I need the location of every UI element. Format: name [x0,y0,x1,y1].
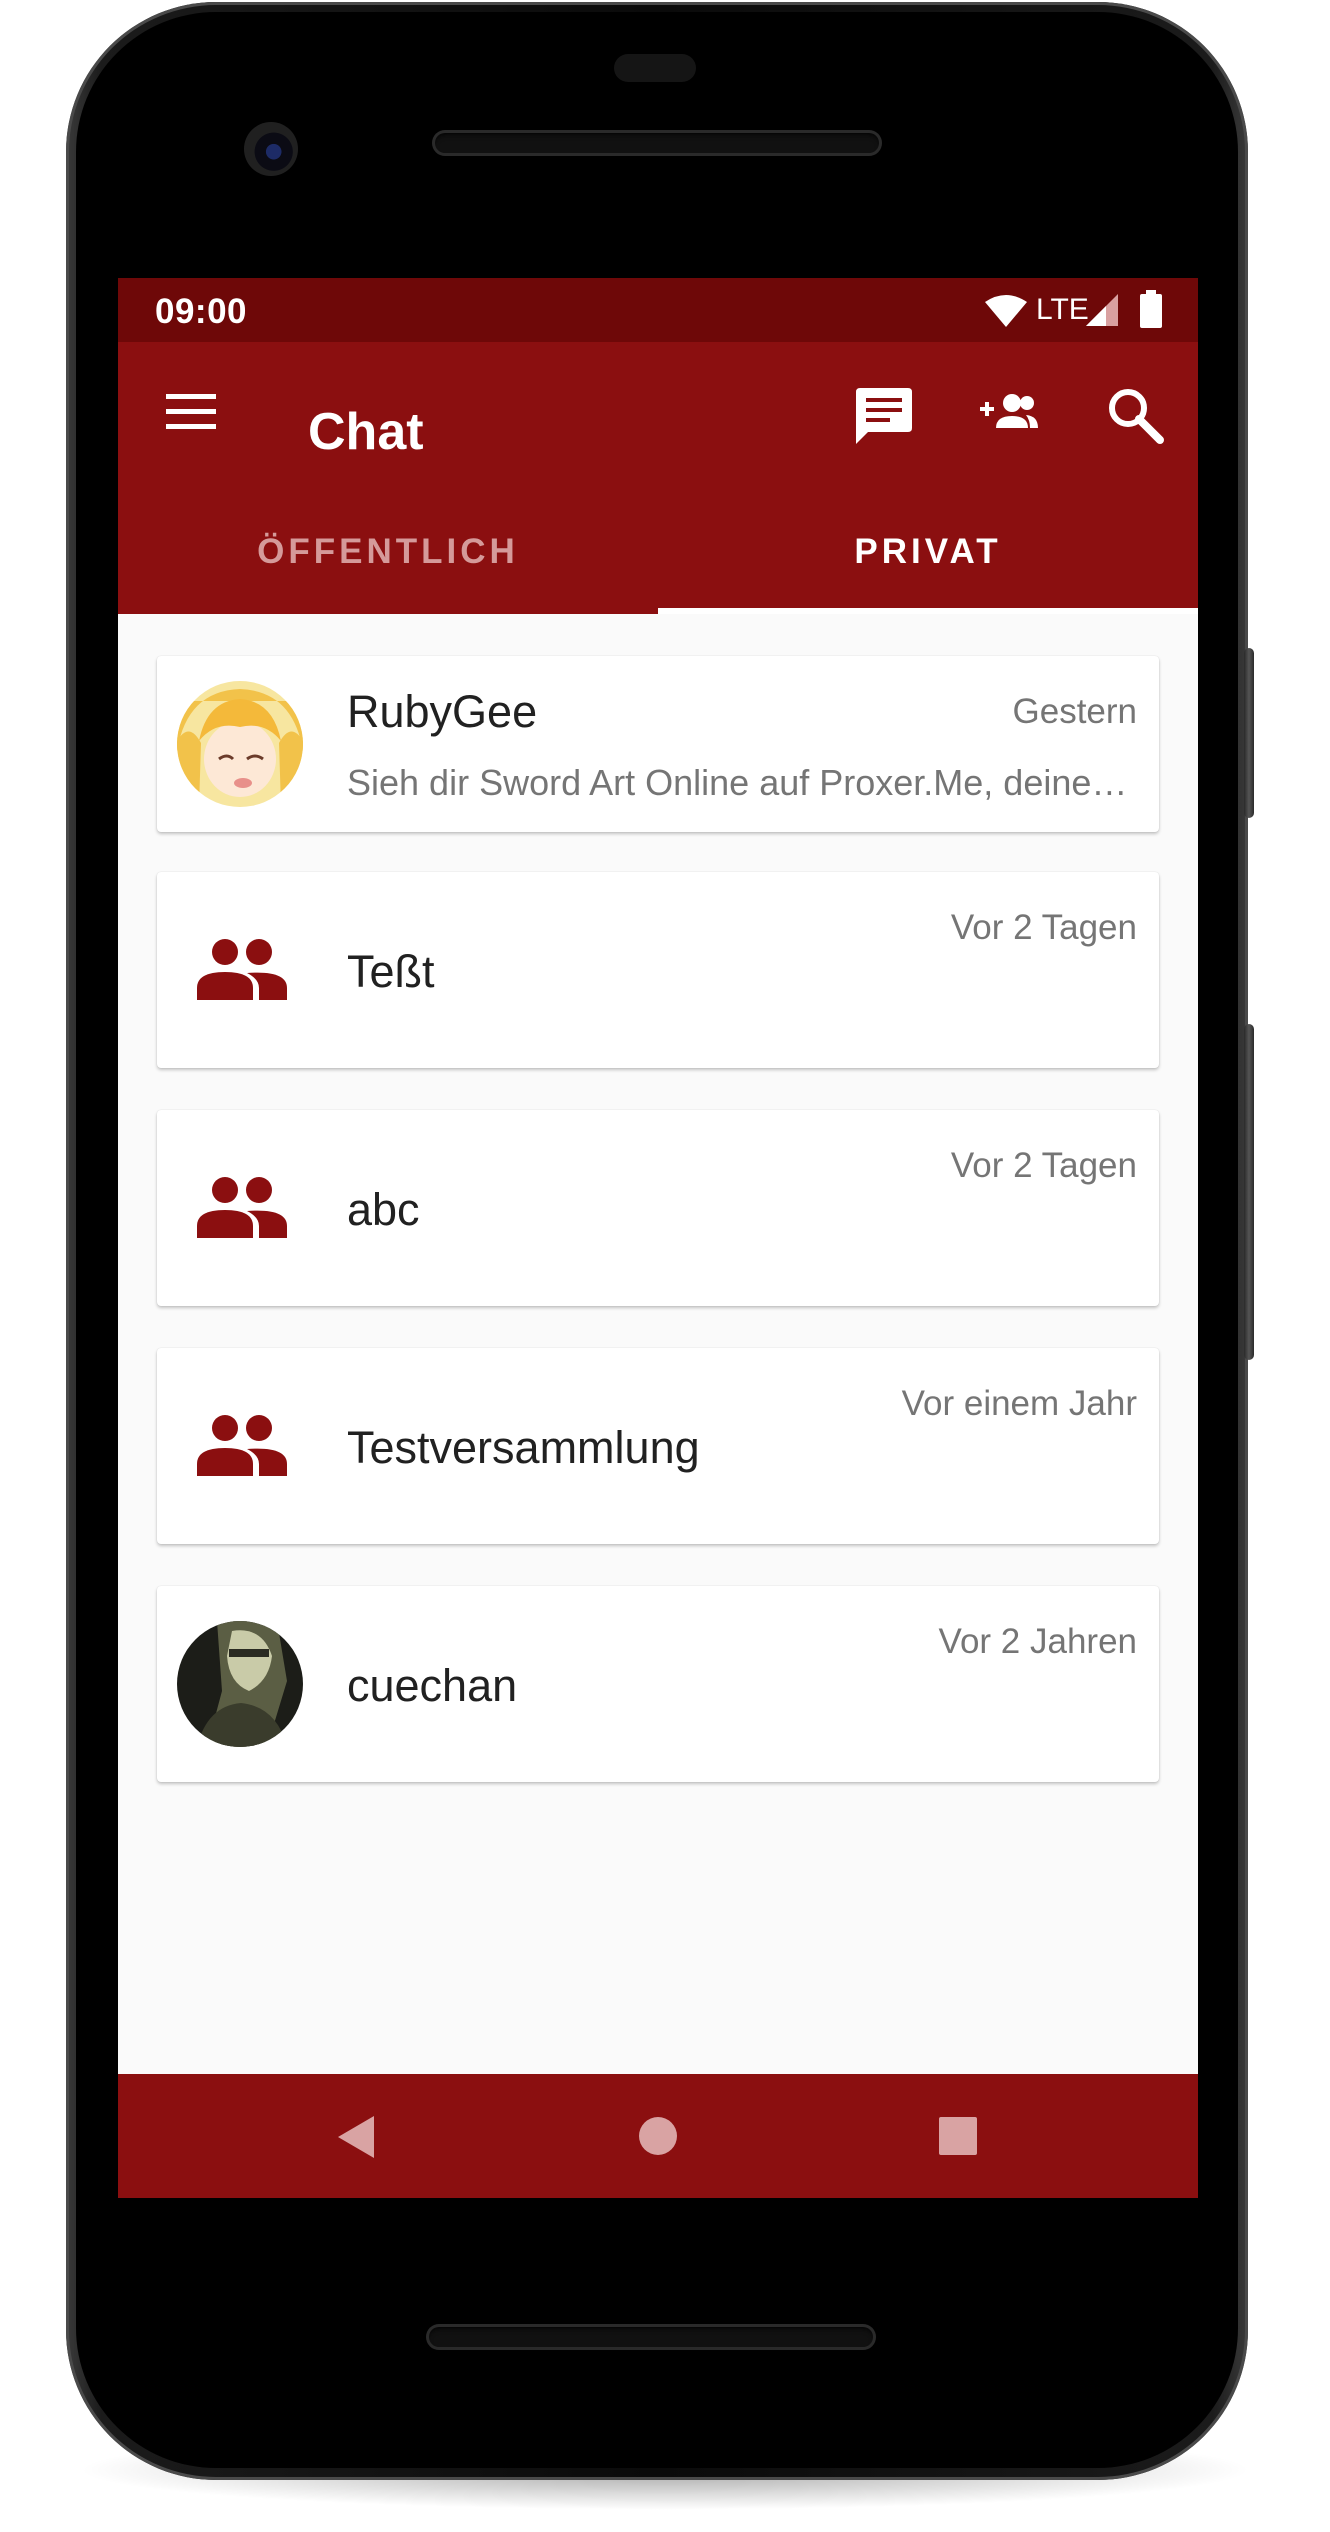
screen: 09:00 LTE Chat ÖFFENTLICH PRIVAT RubyGee… [118,278,1198,2198]
navigation-bar [118,2074,1198,2198]
conversation-item[interactable]: Testversammlung Vor einem Jahr [157,1348,1159,1544]
page-title: Chat [308,403,424,461]
recents-icon[interactable] [938,2116,978,2156]
avatar [177,681,303,807]
status-bar: 09:00 LTE [118,278,1198,342]
home-icon[interactable] [638,2116,678,2156]
bottom-speaker [426,2324,876,2350]
search-icon[interactable] [1106,386,1164,444]
status-time: 09:00 [155,292,248,331]
menu-icon[interactable] [164,390,218,434]
tab-indicator [658,608,1198,614]
conversation-item[interactable]: cuechan Vor 2 Jahren [157,1586,1159,1782]
network-type: LTE [1036,293,1089,326]
conversation-time: Vor 2 Tagen [950,1146,1137,1185]
conversation-name: RubyGee [347,686,538,737]
battery-icon [1140,290,1162,328]
conversation-item[interactable]: RubyGee Gestern Sieh dir Sword Art Onlin… [157,656,1159,832]
front-camera [244,122,298,176]
group-icon [197,939,287,1000]
signal-icon [1086,294,1118,326]
earpiece-speaker [432,130,882,156]
avatar [177,1621,303,1747]
group-icon [197,1415,287,1476]
wifi-icon [985,295,1027,327]
conversation-name: abc [347,1184,420,1235]
power-button [1244,648,1254,818]
back-icon[interactable] [336,2114,376,2160]
conversation-time: Vor 2 Jahren [938,1622,1137,1661]
group-icon [197,1177,287,1238]
add-contact-icon[interactable] [980,392,1040,432]
conversation-name: Testversammlung [347,1422,700,1473]
conversation-name: Teßt [347,946,435,997]
conversation-preview: Sieh dir Sword Art Online auf Proxer.Me,… [347,762,1137,803]
new-chat-icon[interactable] [854,386,914,446]
conversation-time: Vor 2 Tagen [950,908,1137,947]
conversation-time: Vor einem Jahr [901,1384,1137,1423]
tab-private[interactable]: PRIVAT [658,532,1198,612]
conversation-time: Gestern [1012,692,1138,731]
volume-button [1244,1024,1254,1360]
app-bar: Chat ÖFFENTLICH PRIVAT [118,342,1198,614]
proximity-sensor [614,54,696,82]
conversation-item[interactable]: abc Vor 2 Tagen [157,1110,1159,1306]
tab-public[interactable]: ÖFFENTLICH [118,532,658,612]
conversation-name: cuechan [347,1660,518,1711]
conversation-item[interactable]: Teßt Vor 2 Tagen [157,872,1159,1068]
